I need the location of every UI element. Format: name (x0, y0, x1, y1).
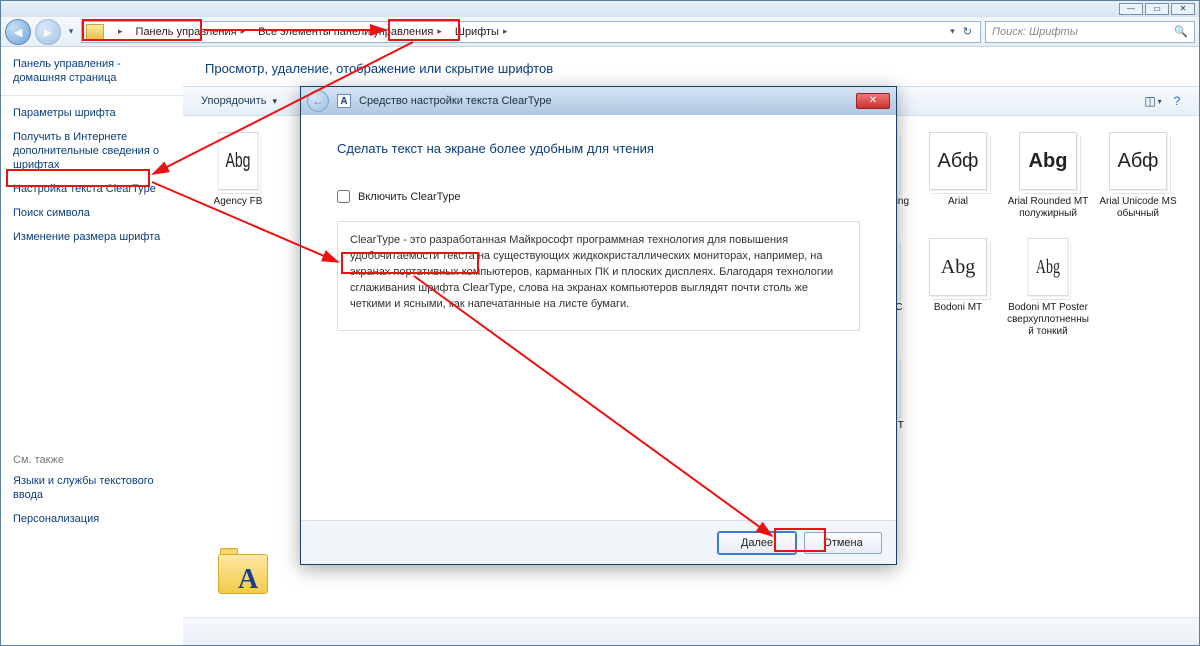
enable-cleartype-input[interactable] (337, 190, 350, 203)
font-label: Agency FB (195, 196, 281, 220)
font-item[interactable]: Абф Arial Unicode MS обычный (1095, 132, 1181, 220)
close-window-button[interactable]: ✕ (1171, 3, 1195, 15)
nav-forward-button[interactable]: ► (35, 19, 61, 45)
font-item[interactable]: Abg Bodoni MT Poster сверхуплотненный тон… (1005, 238, 1091, 338)
dialog-close-button[interactable]: ✕ (856, 93, 890, 109)
folder-icon (86, 24, 104, 40)
dialog-titlebar: ← A Средство настройки текста ClearType … (301, 87, 896, 115)
dialog-back-button[interactable]: ← (307, 90, 329, 112)
minimize-button[interactable]: — (1119, 3, 1143, 15)
font-preview-icon: Abg (929, 238, 987, 296)
font-preview-icon: Абф (929, 132, 987, 190)
nav-font-params[interactable]: Параметры шрифта (13, 106, 171, 120)
breadcrumb-fonts[interactable]: Шрифты▸ (449, 22, 515, 42)
font-preview-icon: Abg (218, 132, 259, 190)
font-preview-icon: Abg (1019, 132, 1077, 190)
enable-cleartype-label: Включить ClearType (358, 191, 461, 203)
cancel-button[interactable]: Отмена (804, 532, 882, 554)
left-nav: Панель управления - домашняя страница Па… (1, 47, 183, 645)
page-title: Просмотр, удаление, отображение или скры… (183, 47, 1199, 86)
chevron-down-icon: ▾ (272, 96, 277, 107)
details-pane (183, 617, 1199, 645)
nav-symbol-search[interactable]: Поиск символа (13, 206, 171, 220)
dialog-body: Сделать текст на экране более удобным дл… (301, 115, 896, 520)
nav-related-languages[interactable]: Языки и службы текстового ввода (13, 474, 171, 502)
font-preview-icon: Абф (1109, 132, 1167, 190)
search-icon: 🔍 (1174, 25, 1188, 38)
nav-home[interactable]: Панель управления - домашняя страница (13, 57, 171, 85)
address-bar[interactable]: ▸ Панель управления▸ Все элементы панели… (81, 21, 981, 43)
breadcrumb-all-items[interactable]: Все элементы панели управления▸ (252, 22, 449, 42)
dialog-description: ClearType - это разработанная Майкрософт… (337, 221, 860, 331)
nav-back-button[interactable]: ◄ (5, 19, 31, 45)
breadcrumb-root-arrow[interactable]: ▸ (108, 22, 130, 42)
enable-cleartype-checkbox[interactable]: Включить ClearType (337, 190, 860, 203)
nav-cleartype[interactable]: Настройка текста ClearType (13, 182, 171, 196)
maximize-button[interactable]: ▭ (1145, 3, 1169, 15)
address-row: ◄ ► ▾ ▸ Панель управления▸ Все элементы … (1, 17, 1199, 47)
font-item[interactable]: Абф Arial (915, 132, 1001, 220)
nav-resize-font[interactable]: Изменение размера шрифта (13, 230, 171, 244)
font-label: Bodoni MT Poster сверхуплотненный тонкий (1005, 302, 1091, 338)
font-label: Arial Rounded MT полужирный (1005, 196, 1091, 220)
font-item[interactable]: Abg Bodoni MT (915, 238, 1001, 338)
dialog-button-row: Далее Отмена (301, 520, 896, 564)
refresh-icon[interactable]: ↻ (959, 25, 976, 38)
nav-separator (1, 95, 183, 96)
cleartype-dialog: ← A Средство настройки текста ClearType … (300, 86, 897, 565)
nav-online-info[interactable]: Получить в Интернете дополнительные свед… (13, 130, 171, 172)
font-label: Arial Unicode MS обычный (1095, 196, 1181, 220)
cleartype-icon: A (337, 94, 351, 108)
font-label: Arial (915, 196, 1001, 220)
window-titlebar: — ▭ ✕ (1, 1, 1199, 17)
organize-button[interactable]: Упорядочить ▾ (193, 93, 285, 109)
search-input[interactable]: Поиск: Шрифты 🔍 (985, 21, 1195, 43)
address-dropdown-icon[interactable]: ▾ (950, 26, 955, 37)
organize-label: Упорядочить (201, 95, 266, 107)
related-title: См. также (13, 454, 171, 466)
next-button[interactable]: Далее (718, 532, 796, 554)
search-placeholder: Поиск: Шрифты (992, 26, 1078, 38)
font-preview-icon: Abg (1028, 238, 1069, 296)
dialog-title-text: Средство настройки текста ClearType (359, 95, 552, 107)
help-icon[interactable]: ? (1168, 92, 1186, 110)
font-label: Bodoni MT (915, 302, 1001, 326)
dialog-heading: Сделать текст на экране более удобным дл… (337, 141, 860, 156)
breadcrumb-control-panel[interactable]: Панель управления▸ (130, 22, 253, 42)
nav-related-personalization[interactable]: Персонализация (13, 512, 171, 526)
font-item[interactable]: Abg Arial Rounded MT полужирный (1005, 132, 1091, 220)
nav-history-dropdown[interactable]: ▾ (65, 20, 77, 44)
font-item[interactable]: Abg Agency FB (195, 132, 281, 220)
view-options-icon[interactable]: ◫▾ (1144, 92, 1162, 110)
